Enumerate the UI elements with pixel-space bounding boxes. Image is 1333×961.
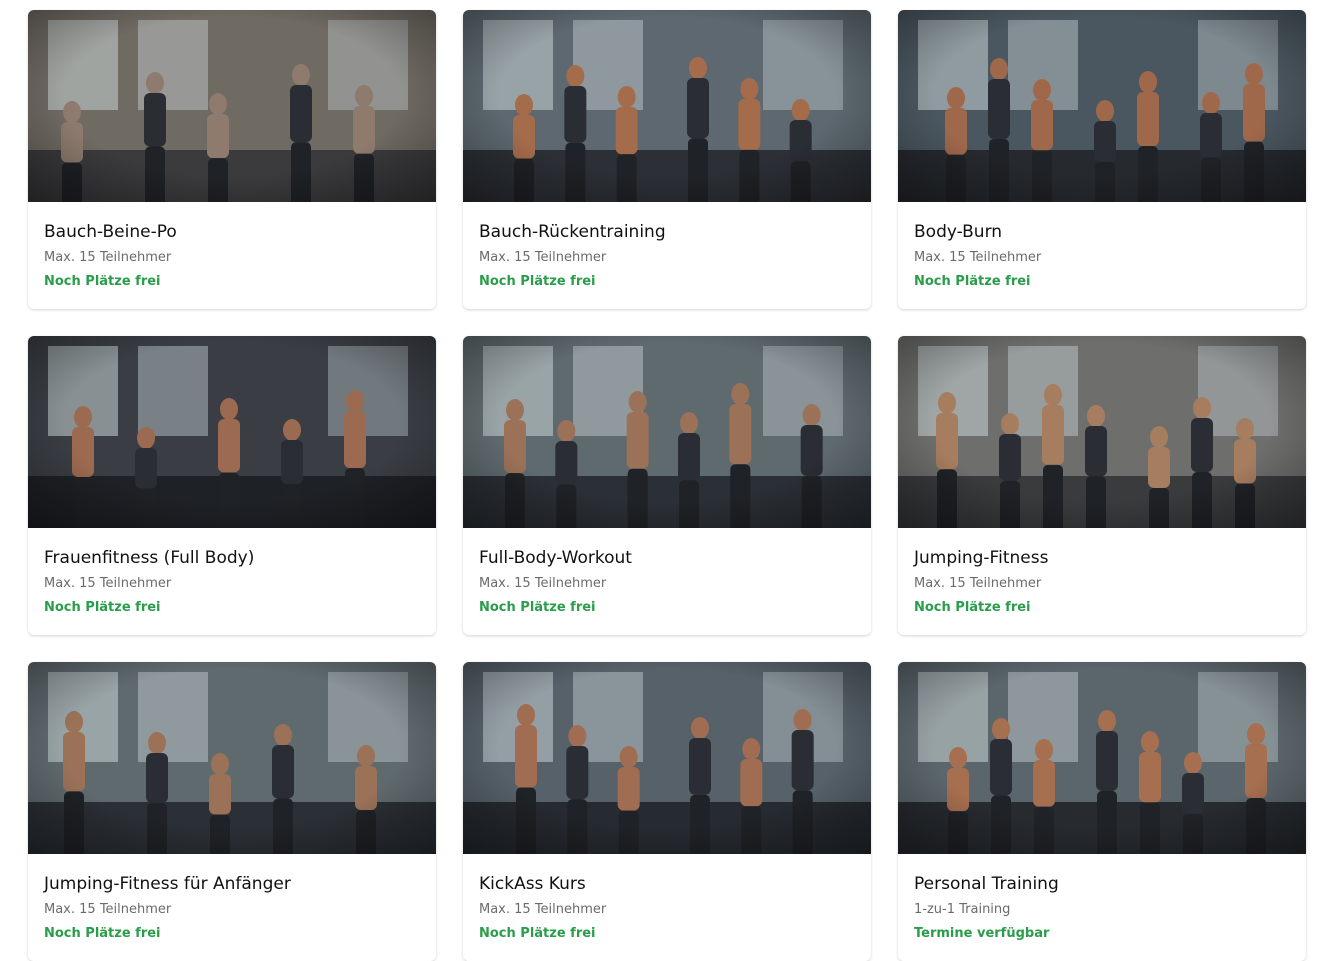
- course-title: Bauch-Rückentraining: [479, 222, 666, 242]
- course-photo: [463, 10, 871, 202]
- course-card-body: Body-Burn Max. 15 Teilnehmer Noch Plätze f…: [898, 202, 1306, 290]
- course-card-body: Bauch-Beine-Po Max. 15 Teilnehmer Noch Plä…: [28, 202, 436, 290]
- course-title: Personal Training: [914, 874, 1059, 894]
- course-card-body: Full-Body-Workout Max. 15 Teilnehmer Noch …: [463, 528, 871, 616]
- course-card[interactable]: Full-Body-Workout Max. 15 Teilnehmer Noch …: [463, 336, 871, 635]
- course-photo: [463, 662, 871, 854]
- course-capacity: Max. 15 Teilnehmer: [44, 902, 172, 917]
- course-title: Frauenfitness (Full Body): [44, 548, 255, 568]
- course-capacity: 1-zu-1 Training: [914, 902, 1011, 917]
- course-capacity: Max. 15 Teilnehmer: [914, 576, 1042, 591]
- course-availability-status: Noch Plätze frei: [479, 926, 596, 941]
- course-availability-status: Noch Plätze frei: [44, 600, 161, 615]
- course-card-body: Bauch-Rückentraining Max. 15 Teilnehmer No…: [463, 202, 871, 290]
- course-card[interactable]: Frauenfitness (Full Body) Max. 15 Teilneh…: [28, 336, 436, 635]
- course-title: Full-Body-Workout: [479, 548, 632, 568]
- course-availability-status: Noch Plätze frei: [44, 274, 161, 289]
- course-card[interactable]: Body-Burn Max. 15 Teilnehmer Noch Plätze f…: [898, 10, 1306, 309]
- course-title: Jumping-Fitness für Anfänger: [44, 874, 291, 894]
- course-availability-status: Noch Plätze frei: [914, 274, 1031, 289]
- course-photo: [463, 336, 871, 528]
- course-title: Jumping-Fitness: [914, 548, 1049, 568]
- course-photo: [28, 336, 436, 528]
- course-capacity: Max. 15 Teilnehmer: [479, 576, 607, 591]
- course-card-body: Personal Training 1-zu-1 Training Termine …: [898, 854, 1306, 942]
- course-card[interactable]: Jumping-Fitness Max. 15 Teilnehmer Noch Pl…: [898, 336, 1306, 635]
- course-photo: [898, 336, 1306, 528]
- course-title: KickAss Kurs: [479, 874, 586, 894]
- course-title: Body-Burn: [914, 222, 1003, 242]
- course-title: Bauch-Beine-Po: [44, 222, 177, 242]
- course-capacity: Max. 15 Teilnehmer: [479, 902, 607, 917]
- course-photo: [28, 10, 436, 202]
- course-card-body: KickAss Kurs Max. 15 Teilnehmer Noch Plätz…: [463, 854, 871, 942]
- course-card[interactable]: Bauch-Beine-Po Max. 15 Teilnehmer Noch Plä…: [28, 10, 436, 309]
- course-card[interactable]: Jumping-Fitness für Anfänger Max. 15 Teil…: [28, 662, 436, 961]
- course-photo: [898, 662, 1306, 854]
- course-capacity: Max. 15 Teilnehmer: [44, 250, 172, 265]
- course-photo: [898, 10, 1306, 202]
- course-card[interactable]: Personal Training 1-zu-1 Training Termine …: [898, 662, 1306, 961]
- course-card-body: Jumping-Fitness für Anfänger Max. 15 Teil…: [28, 854, 436, 942]
- course-availability-status: Noch Plätze frei: [479, 274, 596, 289]
- course-photo: [28, 662, 436, 854]
- course-grid: Bauch-Beine-Po Max. 15 Teilnehmer Noch Plä…: [28, 10, 1306, 961]
- course-card[interactable]: Bauch-Rückentraining Max. 15 Teilnehmer No…: [463, 10, 871, 309]
- course-availability-status: Termine verfügbar: [914, 926, 1050, 941]
- course-capacity: Max. 15 Teilnehmer: [914, 250, 1042, 265]
- course-card[interactable]: KickAss Kurs Max. 15 Teilnehmer Noch Plätz…: [463, 662, 871, 961]
- course-capacity: Max. 15 Teilnehmer: [479, 250, 607, 265]
- course-availability-status: Noch Plätze frei: [479, 600, 596, 615]
- course-card-body: Jumping-Fitness Max. 15 Teilnehmer Noch Pl…: [898, 528, 1306, 616]
- course-availability-status: Noch Plätze frei: [44, 926, 161, 941]
- course-card-body: Frauenfitness (Full Body) Max. 15 Teilneh…: [28, 528, 436, 616]
- course-capacity: Max. 15 Teilnehmer: [44, 576, 172, 591]
- course-availability-status: Noch Plätze frei: [914, 600, 1031, 615]
